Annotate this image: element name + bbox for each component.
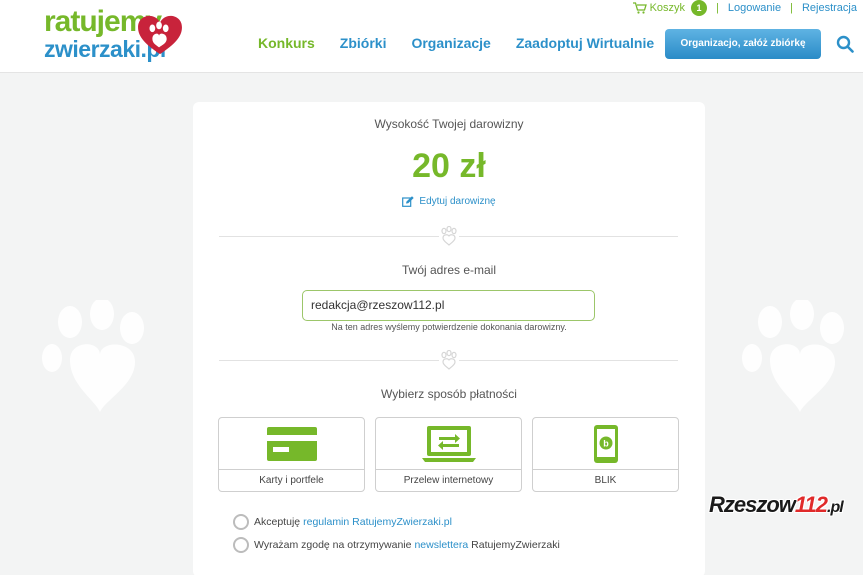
donation-card: Wysokość Twojej darowizny 20 zł Edytuj d… [193, 102, 705, 575]
payment-option-label: Karty i portfele [219, 469, 364, 492]
watermark-part2: 112 [794, 492, 828, 517]
paw-heart-icon [439, 226, 459, 246]
terms-prefix: Akceptuję [254, 516, 301, 528]
create-fundraiser-button[interactable]: Organizacjo, załóż zbiórkę [665, 29, 821, 59]
payment-option-transfer[interactable]: Przelew internetowy [375, 417, 522, 492]
newsletter-consent[interactable]: Wyrażam zgodę na otrzymywanie newsletter… [233, 537, 560, 553]
cart-label: Koszyk [649, 2, 686, 14]
edit-donation-link[interactable]: Edytuj darowiznę [193, 196, 705, 207]
login-link[interactable]: Logowanie [728, 2, 781, 14]
payment-option-label: BLIK [533, 469, 678, 492]
logo-heart-icon [138, 15, 182, 55]
top-links: Koszyk 1 | Logowanie | Rejestracja [632, 0, 857, 16]
terms-consent[interactable]: Akceptuję regulamin RatujemyZwierzaki.pl [233, 514, 455, 530]
bank-transfer-icon [421, 425, 476, 462]
register-link[interactable]: Rejestracja [802, 2, 857, 14]
terms-radio[interactable] [233, 514, 249, 530]
nav-item-zaadoptuj[interactable]: Zaadoptuj Wirtualnie [516, 35, 654, 51]
credit-card-icon [266, 426, 317, 461]
payment-title: Wybierz sposób płatności [381, 387, 517, 401]
newsletter-link[interactable]: newslettera [414, 539, 468, 551]
email-note: Na ten adres wyślemy potwierdzenie dokon… [331, 322, 567, 332]
watermark: Rzeszow112.pl [709, 492, 844, 518]
payment-option-cards[interactable]: Karty i portfele [218, 417, 365, 492]
cart-icon [632, 2, 647, 14]
cart-count-badge: 1 [691, 0, 708, 16]
email-input[interactable]: redakcja@rzeszow112.pl [302, 290, 595, 321]
nav-item-konkurs[interactable]: Konkurs [258, 35, 315, 51]
email-title: Twój adres e-mail [401, 263, 497, 277]
donation-amount: 20 zł [412, 147, 486, 185]
newsletter-radio[interactable] [233, 537, 249, 553]
newsletter-prefix: Wyrażam zgodę na otrzymywanie [254, 539, 412, 551]
payment-option-blik[interactable]: b BLIK [532, 417, 679, 492]
newsletter-suffix: RatujemyZwierzaki [471, 539, 560, 551]
payment-option-label: Przelew internetowy [376, 469, 521, 492]
terms-link[interactable]: regulamin RatujemyZwierzaki.pl [303, 516, 452, 528]
donation-title: Wysokość Twojej darowizny [374, 117, 524, 131]
separator: | [716, 2, 719, 14]
nav-item-zbiorki[interactable]: Zbiórki [340, 35, 387, 51]
edit-icon [402, 196, 415, 207]
search-icon[interactable] [836, 35, 854, 53]
paw-decoration-right [742, 300, 844, 412]
main-nav: Konkurs Zbiórki Organizacje Zaadoptuj Wi… [258, 35, 679, 51]
paw-heart-icon [439, 350, 459, 370]
cart-link[interactable]: Koszyk 1 [632, 0, 708, 16]
svg-text:b: b [603, 438, 609, 448]
watermark-part3: .pl [827, 499, 844, 516]
separator: | [790, 2, 793, 14]
edit-donation-label: Edytuj darowiznę [419, 196, 496, 207]
nav-item-organizacje[interactable]: Organizacje [411, 35, 490, 51]
site-header: ratujemy zwierzaki.pl Koszyk 1 | Logowan… [0, 0, 863, 73]
watermark-part1: Rzeszow [709, 492, 796, 517]
blik-phone-icon: b [593, 424, 618, 463]
paw-decoration-left [42, 300, 144, 412]
